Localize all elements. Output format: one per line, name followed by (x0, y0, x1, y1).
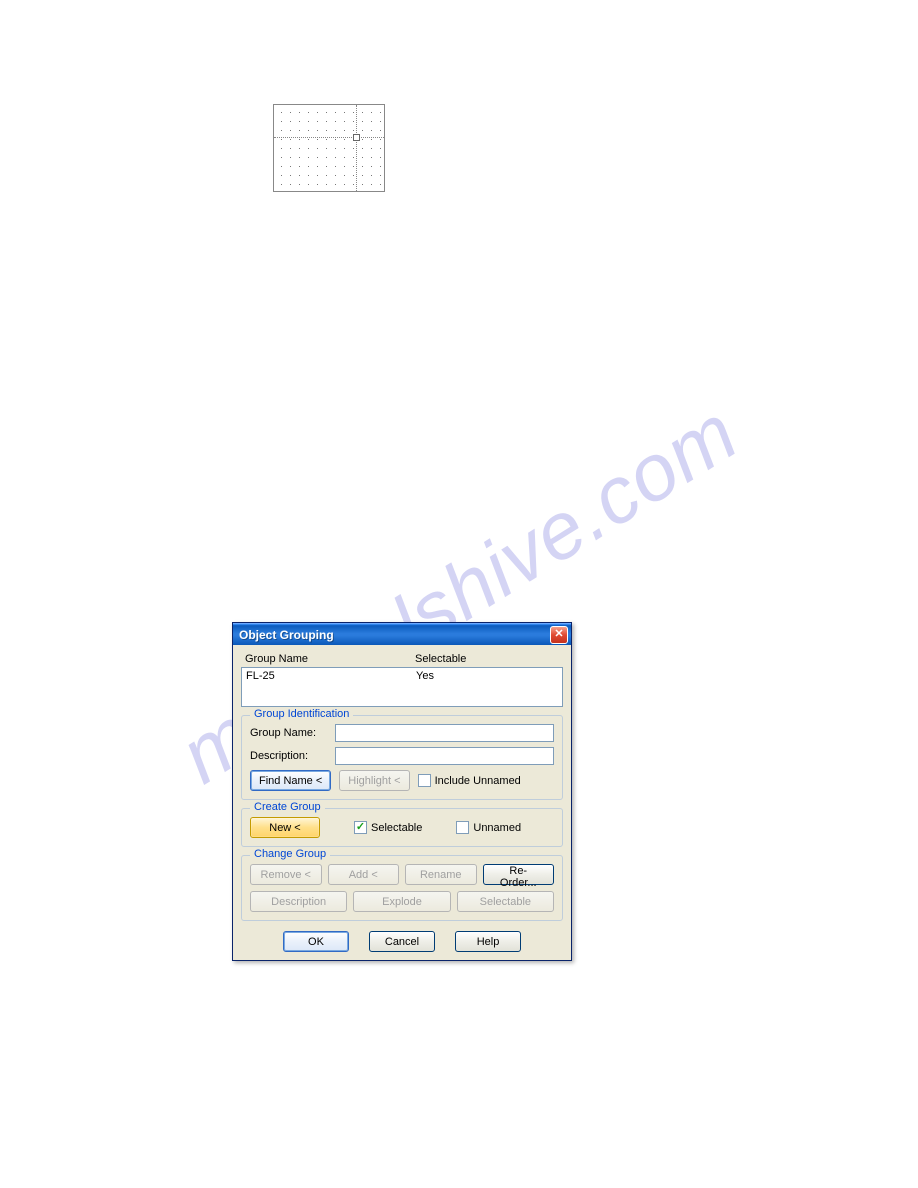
new-button[interactable]: New < (250, 817, 320, 838)
find-name-button[interactable]: Find Name < (250, 770, 331, 791)
list-cell-selectable: Yes (416, 670, 434, 682)
footer-buttons: OK Cancel Help (241, 931, 563, 952)
close-button[interactable]: ✕ (550, 626, 568, 644)
group-identification-title: Group Identification (250, 708, 353, 720)
selectable-checkbox-wrap[interactable]: Selectable (354, 821, 422, 834)
unnamed-checkbox[interactable] (456, 821, 469, 834)
group-identification-box: Group Identification Group Name: Descrip… (241, 715, 563, 800)
grid-horizontal-line (274, 137, 384, 138)
unnamed-checkbox-wrap[interactable]: Unnamed (456, 821, 521, 834)
column-header-name: Group Name (245, 653, 415, 665)
titlebar[interactable]: Object Grouping ✕ (233, 623, 571, 645)
dialog-title: Object Grouping (239, 628, 334, 642)
include-unnamed-checkbox[interactable] (418, 774, 431, 787)
grid-dots (274, 105, 384, 191)
add-button: Add < (328, 864, 400, 885)
explode-button: Explode (353, 891, 450, 912)
group-name-label: Group Name: (250, 727, 335, 739)
description-label: Description: (250, 750, 335, 762)
cancel-button[interactable]: Cancel (369, 931, 435, 952)
list-item[interactable]: FL-25 Yes (246, 670, 558, 682)
selectable-button: Selectable (457, 891, 554, 912)
group-list[interactable]: FL-25 Yes (241, 667, 563, 707)
selectable-checkbox[interactable] (354, 821, 367, 834)
description-input[interactable] (335, 747, 554, 765)
grid-cursor-box (353, 134, 360, 141)
help-button[interactable]: Help (455, 931, 521, 952)
rename-button: Rename (405, 864, 477, 885)
change-group-title: Change Group (250, 848, 330, 860)
create-group-title: Create Group (250, 801, 325, 813)
group-list-header: Group Name Selectable (241, 651, 563, 667)
highlight-button: Highlight < (339, 770, 409, 791)
create-group-box: Create Group New < Selectable Unnamed (241, 808, 563, 847)
description-button: Description (250, 891, 347, 912)
dialog-body: Group Name Selectable FL-25 Yes Group Id… (233, 645, 571, 960)
group-name-input[interactable] (335, 724, 554, 742)
column-header-selectable: Selectable (415, 653, 466, 665)
grid-vertical-line (356, 105, 357, 191)
reorder-button[interactable]: Re-Order... (483, 864, 555, 885)
include-unnamed-label: Include Unnamed (435, 775, 521, 787)
grid-figure (273, 104, 385, 192)
close-icon: ✕ (554, 629, 563, 640)
list-cell-name: FL-25 (246, 670, 416, 682)
unnamed-label: Unnamed (473, 822, 521, 834)
selectable-label: Selectable (371, 822, 422, 834)
remove-button: Remove < (250, 864, 322, 885)
include-unnamed-checkbox-wrap[interactable]: Include Unnamed (418, 774, 521, 787)
change-group-box: Change Group Remove < Add < Rename Re-Or… (241, 855, 563, 921)
ok-button[interactable]: OK (283, 931, 349, 952)
object-grouping-dialog: Object Grouping ✕ Group Name Selectable … (232, 622, 572, 961)
